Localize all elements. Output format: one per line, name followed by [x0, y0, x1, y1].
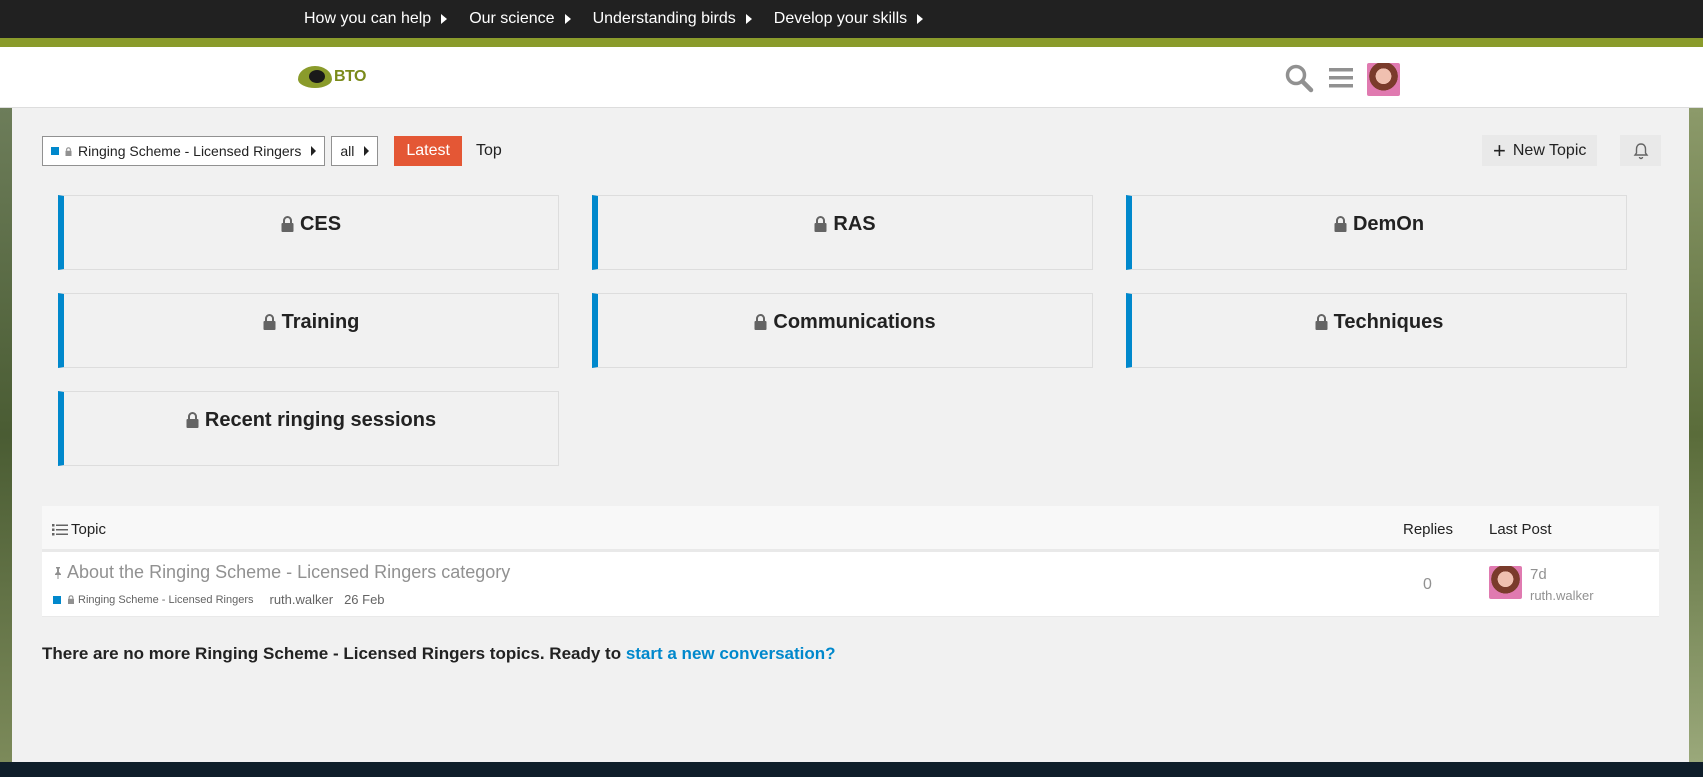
user-avatar[interactable] [1367, 63, 1400, 96]
lock-icon [281, 216, 294, 232]
table-row: About the Ringing Scheme - Licensed Ring… [42, 552, 1659, 617]
category-dropdown-label: Ringing Scheme - Licensed Ringers [78, 143, 302, 159]
last-post-user: ruth.walker [1530, 588, 1594, 603]
lock-icon [1315, 314, 1328, 330]
lock-icon [68, 595, 74, 604]
subcategory-name: RAS [833, 213, 876, 235]
logo-text: BTO [334, 68, 366, 85]
topnav-label: How you can help [304, 10, 432, 27]
tab-latest[interactable]: Latest [394, 136, 462, 166]
lock-icon [754, 314, 767, 330]
subcategory-name: Communications [773, 311, 936, 333]
no-more-topics-message: There are no more Ringing Scheme - Licen… [42, 644, 836, 664]
topic-date: 26 Feb [344, 592, 385, 607]
tab-top[interactable]: Top [462, 136, 516, 166]
new-topic-label: New Topic [1512, 141, 1587, 159]
background-footer-strip [0, 762, 1703, 777]
bell-icon [1633, 142, 1648, 159]
caret-right-icon [745, 14, 752, 24]
category-color-badge [53, 595, 61, 604]
subcategory-name: Training [281, 311, 360, 333]
topnav-item-understanding-birds[interactable]: Understanding birds [593, 10, 752, 28]
topnav-item-how-you-can-help[interactable]: How you can help [304, 10, 448, 28]
column-header-topic[interactable]: Topic [52, 521, 106, 538]
subcategory-dropdown-label: all [340, 143, 355, 159]
lock-icon [263, 314, 276, 330]
bird-eye-logo-icon [298, 66, 332, 88]
start-new-conversation-link[interactable]: start a new conversation? [626, 644, 836, 663]
brand-accent-bar [0, 38, 1703, 47]
caret-right-icon [364, 146, 370, 156]
replies-count: 0 [1423, 576, 1432, 593]
site-header: BTO [0, 47, 1703, 108]
notification-bell-button[interactable] [1620, 135, 1661, 166]
list-icon [52, 524, 68, 536]
topnav-label: Develop your skills [773, 10, 908, 27]
avatar[interactable] [1489, 566, 1522, 599]
lock-icon [186, 412, 199, 428]
caret-right-icon [311, 146, 317, 156]
subcategory-box-demon[interactable]: DemOn [1126, 195, 1627, 270]
subcategory-name: Techniques [1333, 311, 1444, 333]
subcategory-dropdown[interactable]: all [331, 136, 379, 166]
subcategory-box-ces[interactable]: CES [58, 195, 559, 270]
lock-icon [814, 216, 827, 232]
column-header-last-post[interactable]: Last Post [1489, 521, 1552, 538]
last-post-time[interactable]: 7d [1530, 566, 1547, 583]
column-header-label: Topic [71, 521, 107, 538]
topic-meta: Ringing Scheme - Licensed Ringers ruth.w… [53, 592, 385, 607]
subcategory-box-training[interactable]: Training [58, 293, 559, 368]
lock-icon [65, 146, 72, 156]
topnav-item-develop-your-skills[interactable]: Develop your skills [773, 10, 924, 28]
main-content: Ringing Scheme - Licensed Ringers all La… [12, 108, 1689, 762]
search-icon[interactable] [1284, 63, 1314, 93]
category-color-badge [51, 147, 59, 155]
background-photo-right [1689, 108, 1703, 762]
subcategory-box-recent-ringing-sessions[interactable]: Recent ringing sessions [58, 391, 559, 466]
subcategory-box-ras[interactable]: RAS [592, 195, 1093, 270]
top-navigation-bar: How you can help Our science Understandi… [0, 0, 1703, 38]
background-photo-left [0, 108, 12, 762]
subcategory-box-communications[interactable]: Communications [592, 293, 1093, 368]
subcategory-name: Recent ringing sessions [204, 409, 437, 431]
new-topic-button[interactable]: + New Topic [1482, 135, 1598, 166]
footer-message-text: There are no more Ringing Scheme - Licen… [42, 644, 626, 663]
lock-icon [1334, 216, 1347, 232]
topic-title-link[interactable]: About the Ringing Scheme - Licensed Ring… [53, 562, 510, 583]
topic-list: Topic Replies Last Post About the Ringin… [42, 506, 1659, 617]
caret-right-icon [564, 14, 571, 24]
topic-category-link[interactable]: Ringing Scheme - Licensed Ringers [78, 594, 253, 606]
topic-list-header: Topic Replies Last Post [42, 506, 1659, 552]
topnav-label: Our science [469, 10, 555, 27]
caret-right-icon [441, 14, 448, 24]
topic-title: About the Ringing Scheme - Licensed Ring… [67, 562, 511, 582]
topnav-item-our-science[interactable]: Our science [469, 10, 571, 28]
subcategory-box-techniques[interactable]: Techniques [1126, 293, 1627, 368]
hamburger-menu-icon[interactable] [1328, 65, 1354, 91]
list-controls: Ringing Scheme - Licensed Ringers all La… [42, 136, 516, 166]
topnav-label: Understanding birds [592, 10, 736, 27]
plus-icon: + [1493, 137, 1506, 163]
pin-icon [55, 566, 61, 579]
subcategory-name: CES [299, 213, 342, 235]
bto-logo[interactable]: BTO [298, 63, 372, 91]
topic-author[interactable]: ruth.walker [269, 592, 333, 607]
subcategory-name: DemOn [1352, 213, 1425, 235]
category-dropdown[interactable]: Ringing Scheme - Licensed Ringers [42, 136, 326, 166]
column-header-replies[interactable]: Replies [1403, 521, 1453, 538]
caret-right-icon [917, 14, 924, 24]
